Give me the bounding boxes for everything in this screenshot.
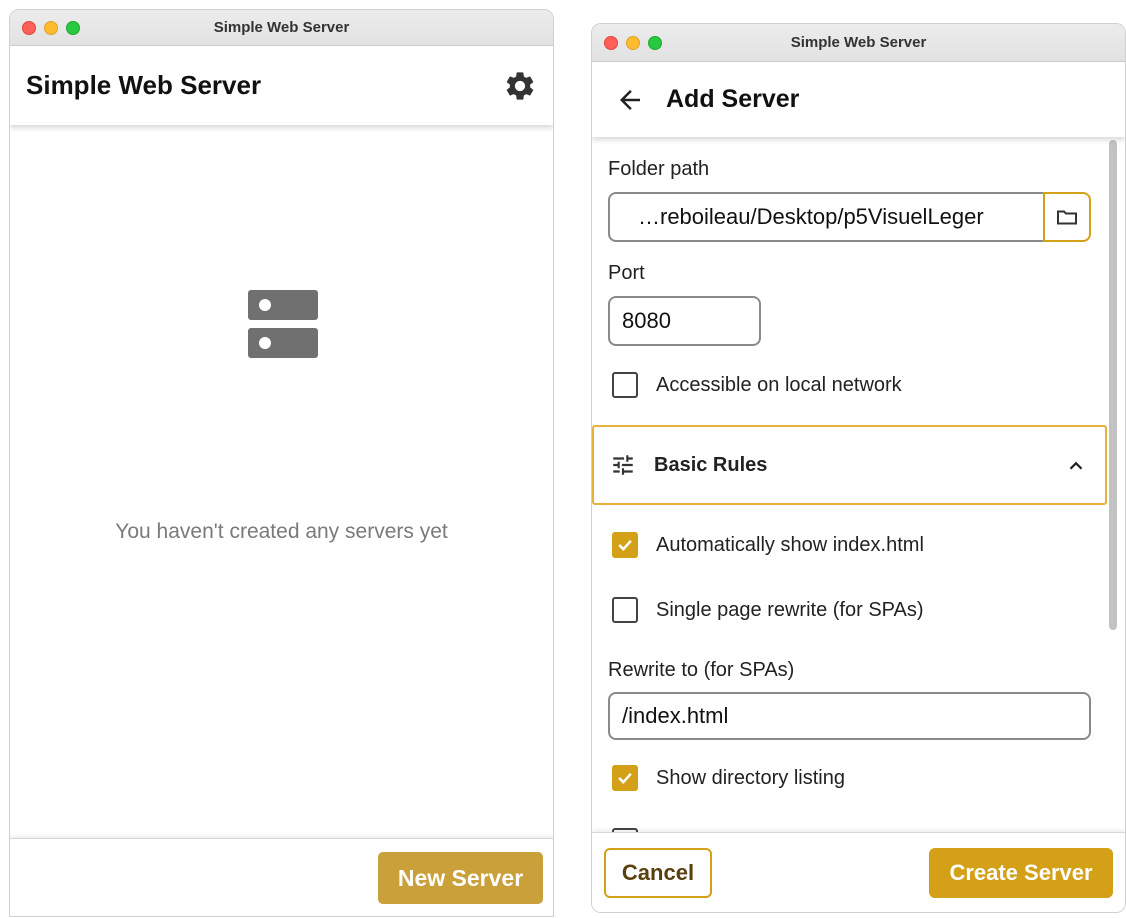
back-button[interactable]: [614, 84, 646, 116]
titlebar: Simple Web Server: [10, 10, 553, 46]
browse-folder-button[interactable]: [1043, 192, 1091, 242]
directory-listing-label: Show directory listing: [656, 766, 845, 789]
app-title: Simple Web Server: [26, 70, 262, 100]
port-input[interactable]: 8080: [608, 296, 761, 346]
folder-path-field[interactable]: …reboileau/Desktop/p5VisuelLeger: [608, 192, 1045, 242]
new-server-button[interactable]: New Server: [378, 852, 543, 904]
window-title: Simple Web Server: [790, 34, 927, 51]
cancel-button[interactable]: Cancel: [604, 848, 712, 898]
local-network-checkbox-row[interactable]: Accessible on local network: [612, 372, 902, 398]
add-server-form: Folder path …reboileau/Desktop/p5VisuelL…: [592, 138, 1125, 834]
app-header: Simple Web Server: [10, 46, 553, 125]
chevron-up-icon[interactable]: [1065, 455, 1087, 477]
rewrite-to-label: Rewrite to (for SPAs): [608, 659, 795, 681]
spa-rewrite-checkbox[interactable]: [612, 597, 638, 623]
minimize-window-button[interactable]: [626, 35, 640, 50]
spa-rewrite-label: Single page rewrite (for SPAs): [656, 598, 924, 621]
server-icon: [248, 290, 318, 358]
add-server-window: Simple Web Server Add Server Folder path…: [591, 23, 1126, 913]
auto-index-checkbox[interactable]: [612, 532, 638, 558]
basic-rules-title: Basic Rules: [654, 453, 768, 476]
settings-button[interactable]: [503, 69, 537, 103]
auto-index-checkbox-row[interactable]: Automatically show index.html: [612, 532, 924, 558]
check-icon: [618, 539, 632, 551]
form-scrollbar[interactable]: [1109, 140, 1117, 630]
folder-icon: [1057, 210, 1077, 225]
server-list-empty: [10, 125, 553, 842]
zoom-window-button[interactable]: [648, 35, 662, 50]
auto-index-label: Automatically show index.html: [656, 533, 924, 556]
window-controls: [22, 10, 80, 45]
titlebar: Simple Web Server: [592, 24, 1125, 62]
page-header: Add Server: [592, 62, 1125, 137]
create-server-button[interactable]: Create Server: [929, 848, 1113, 898]
close-window-button[interactable]: [22, 20, 36, 35]
tune-icon: [613, 455, 633, 475]
directory-listing-checkbox-row[interactable]: Show directory listing: [612, 765, 845, 791]
arrow-left-icon: [620, 89, 640, 110]
folder-path-label: Folder path: [608, 158, 710, 180]
minimize-window-button[interactable]: [44, 20, 58, 35]
close-window-button[interactable]: [604, 35, 618, 50]
gear-icon: [506, 71, 534, 100]
zoom-window-button[interactable]: [66, 20, 80, 35]
window-title: Simple Web Server: [213, 19, 350, 36]
empty-state-message: You haven't created any servers yet: [115, 520, 448, 543]
spa-rewrite-checkbox-row[interactable]: Single page rewrite (for SPAs): [612, 597, 924, 623]
check-icon: [618, 772, 632, 784]
local-network-checkbox[interactable]: [612, 372, 638, 398]
rewrite-to-input[interactable]: /index.html: [608, 692, 1091, 740]
footer-bar: New Server: [10, 838, 553, 916]
page-title: Add Server: [666, 85, 800, 113]
window-controls: [604, 24, 662, 61]
basic-rules-section-header[interactable]: Basic Rules: [592, 425, 1107, 505]
main-window: Simple Web Server Simple Web Server You …: [9, 9, 554, 917]
form-footer: Cancel Create Server: [592, 832, 1125, 912]
local-network-label: Accessible on local network: [656, 373, 902, 396]
port-label: Port: [608, 262, 645, 284]
directory-listing-checkbox[interactable]: [612, 765, 638, 791]
